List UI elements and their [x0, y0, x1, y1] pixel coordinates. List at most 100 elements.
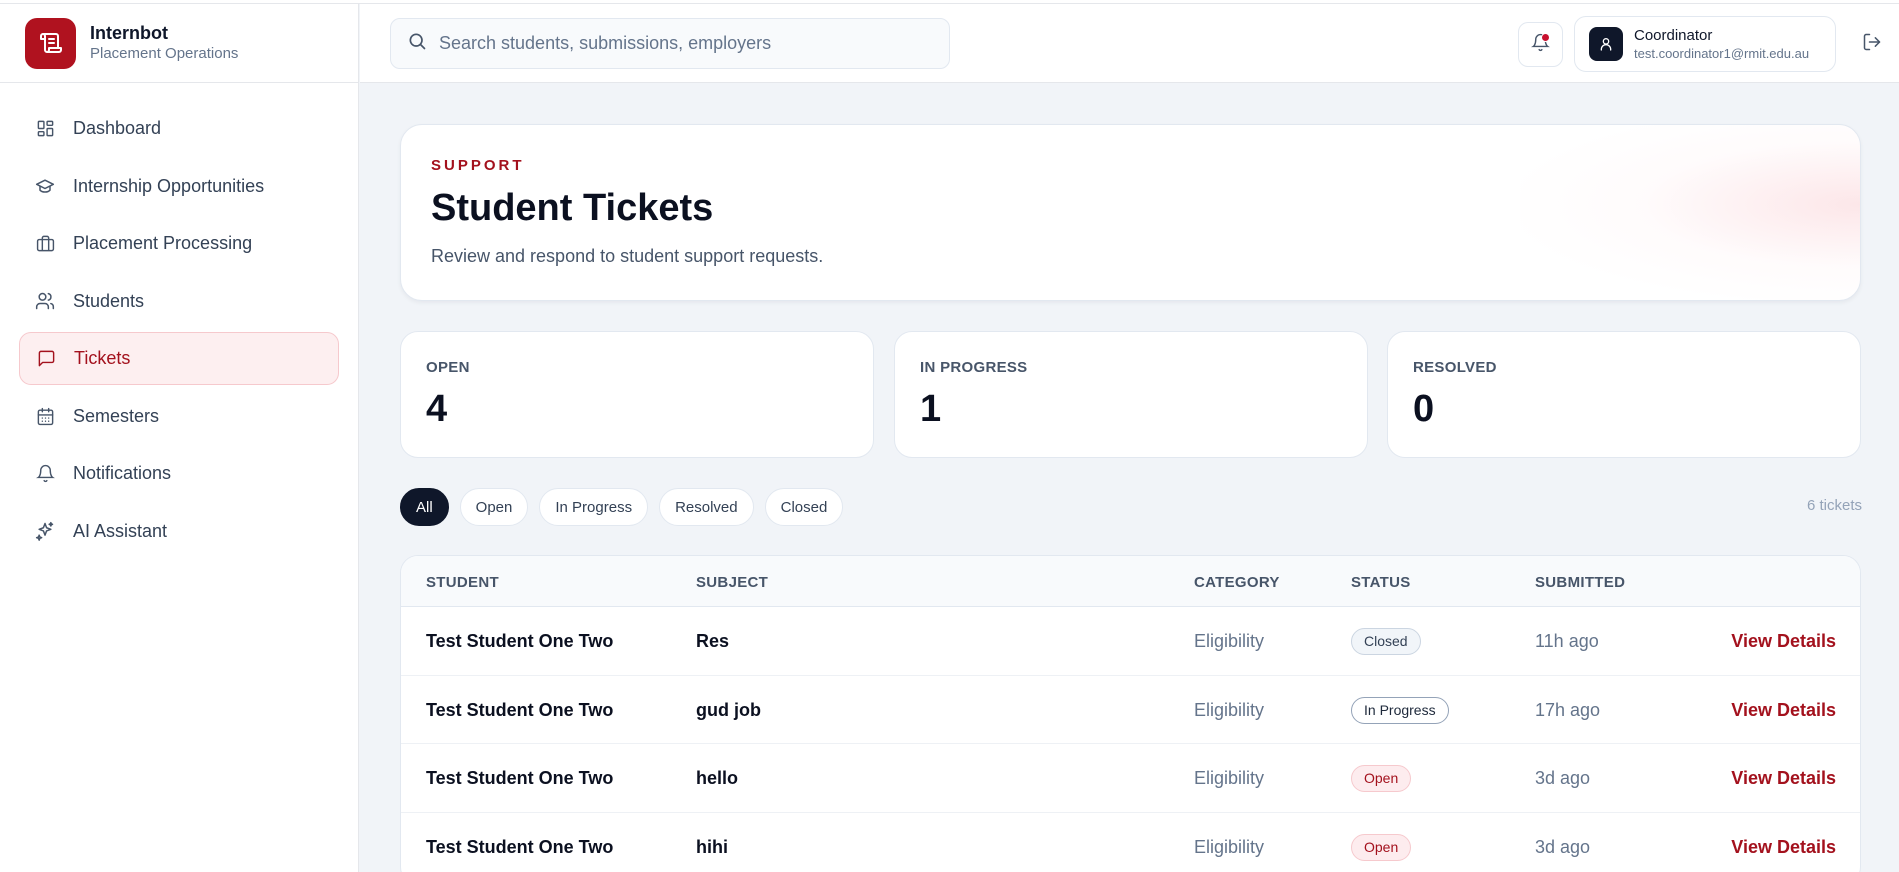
- brand-subtitle: Placement Operations: [90, 45, 239, 62]
- student-name: Test Student One Two: [426, 699, 614, 720]
- sidebar-item-internship-opportunities[interactable]: Internship Opportunities: [19, 160, 339, 213]
- column-header-category: CATEGORY: [1194, 574, 1280, 591]
- ticket-count: 6 tickets: [1806, 497, 1862, 514]
- sparkles-icon: [35, 521, 55, 541]
- ticket-subject: gud job: [696, 699, 761, 720]
- sidebar-item-label: Tickets: [74, 348, 131, 368]
- column-header-submitted: SUBMITTED: [1535, 574, 1626, 591]
- sidebar-item-notifications[interactable]: Notifications: [19, 447, 339, 500]
- stat-value: 1: [920, 388, 942, 430]
- status-cell: In Progress: [1351, 696, 1449, 724]
- notification-dot: [1541, 33, 1550, 42]
- sidebar-item-tickets[interactable]: Tickets: [19, 332, 339, 385]
- sidebar-nav: Dashboard Internship Opportunities Place…: [0, 102, 358, 558]
- stat-card-resolved: RESOLVED 0: [1387, 331, 1861, 458]
- status-filter-tabs: All Open In Progress Resolved Closed: [400, 488, 854, 526]
- calendar-icon: [35, 406, 55, 426]
- bell-icon: [35, 464, 55, 484]
- submitted-time: 11h ago: [1535, 631, 1599, 651]
- column-header-subject: SUBJECT: [696, 574, 769, 591]
- sidebar-item-semesters[interactable]: Semesters: [19, 390, 339, 443]
- status-cell: Open: [1351, 765, 1412, 792]
- view-details-link[interactable]: View Details: [1731, 768, 1836, 789]
- sidebar-item-label: Internship Opportunities: [73, 175, 265, 196]
- search-icon: [407, 31, 427, 56]
- column-header-student: STUDENT: [426, 574, 499, 591]
- sidebar-item-label: Notifications: [73, 463, 172, 483]
- status-cell: Open: [1351, 833, 1412, 861]
- window-top-border: [0, 0, 1899, 4]
- page-eyebrow: SUPPORT: [431, 157, 525, 174]
- sidebar-item-placement-processing[interactable]: Placement Processing: [19, 217, 339, 270]
- ticket-category: Eligibility: [1194, 631, 1265, 651]
- search-input[interactable]: Search students, submissions, employers: [390, 18, 950, 69]
- sidebar-item-label: Dashboard: [73, 118, 162, 138]
- student-name: Test Student One Two: [426, 836, 614, 857]
- sidebar-item-label: AI Assistant: [73, 520, 168, 541]
- sidebar-item-dashboard[interactable]: Dashboard: [19, 102, 339, 155]
- user-avatar-icon: [1589, 27, 1623, 61]
- brand[interactable]: Internbot Placement Operations: [0, 4, 358, 83]
- scroll-logo-icon: [25, 17, 76, 69]
- view-details-link[interactable]: View Details: [1731, 837, 1836, 858]
- ticket-subject: Res: [696, 631, 730, 651]
- user-email: test.coordinator1@rmit.edu.au: [1634, 45, 1810, 61]
- filter-all[interactable]: All: [400, 488, 449, 526]
- graduation-cap-icon: [35, 176, 55, 196]
- status-cell: Closed: [1351, 628, 1421, 655]
- logout-button[interactable]: [1860, 32, 1884, 56]
- search-placeholder: Search students, submissions, employers: [439, 33, 772, 53]
- sidebar-item-label: Semesters: [73, 405, 160, 426]
- sidebar-item-label: Students: [73, 290, 145, 311]
- stat-card-open: OPEN 4: [400, 331, 874, 458]
- briefcase-icon: [35, 234, 55, 254]
- submitted-time: 17h ago: [1535, 699, 1601, 720]
- status-badge: Closed: [1351, 628, 1421, 655]
- filter-open[interactable]: Open: [459, 488, 529, 526]
- ticket-category: Eligibility: [1194, 699, 1265, 720]
- brand-name: Internbot: [90, 23, 168, 43]
- stat-value: 4: [426, 388, 448, 430]
- ticket-subject: hello: [696, 768, 739, 788]
- dashboard-icon: [35, 119, 55, 139]
- student-name: Test Student One Two: [426, 631, 614, 651]
- ticket-subject: hihi: [696, 836, 728, 857]
- logout-icon: [1862, 32, 1882, 57]
- sidebar: Internbot Placement Operations Dashboard…: [0, 4, 359, 872]
- submitted-time: 3d ago: [1535, 768, 1591, 788]
- sidebar-item-ai-assistant[interactable]: AI Assistant: [19, 505, 339, 558]
- users-icon: [35, 291, 55, 311]
- page-hero: SUPPORT Student Tickets Review and respo…: [400, 124, 1861, 301]
- stat-label: IN PROGRESS: [920, 359, 1028, 376]
- page-subtitle: Review and respond to student support re…: [431, 246, 824, 266]
- status-badge: Open: [1351, 833, 1412, 861]
- table-header: STUDENT SUBJECT CATEGORY STATUS SUBMITTE…: [401, 556, 1860, 607]
- view-details-link[interactable]: View Details: [1731, 631, 1836, 652]
- view-details-link[interactable]: View Details: [1731, 700, 1836, 721]
- sidebar-item-label: Placement Processing: [73, 233, 253, 253]
- table-row[interactable]: Test Student One Two Res Eligibility Clo…: [401, 607, 1860, 676]
- status-badge: In Progress: [1351, 696, 1449, 724]
- table-row[interactable]: Test Student One Two hihi Eligibility Op…: [401, 813, 1860, 872]
- student-name: Test Student One Two: [426, 768, 614, 788]
- table-row[interactable]: Test Student One Two hello Eligibility O…: [401, 744, 1860, 813]
- filter-closed[interactable]: Closed: [764, 488, 844, 526]
- hero-decoration: [1520, 125, 1860, 300]
- table-row[interactable]: Test Student One Two gud job Eligibility…: [401, 676, 1860, 744]
- status-badge: Open: [1351, 765, 1412, 792]
- stat-label: RESOLVED: [1413, 359, 1497, 376]
- stat-label: OPEN: [426, 359, 470, 376]
- sidebar-item-students[interactable]: Students: [19, 275, 339, 328]
- filter-in-progress[interactable]: In Progress: [539, 488, 649, 526]
- ticket-category: Eligibility: [1194, 768, 1265, 788]
- stat-card-in-progress: IN PROGRESS 1: [894, 331, 1368, 458]
- page-title: Student Tickets: [431, 187, 714, 229]
- user-menu[interactable]: Coordinator test.coordinator1@rmit.edu.a…: [1574, 16, 1836, 72]
- message-square-icon: [36, 349, 56, 369]
- notifications-button[interactable]: [1518, 22, 1563, 67]
- top-header: Search students, submissions, employers …: [360, 4, 1899, 83]
- user-role: Coordinator: [1634, 26, 1713, 44]
- filter-resolved[interactable]: Resolved: [659, 488, 754, 526]
- stat-value: 0: [1413, 388, 1435, 430]
- tickets-table: STUDENT SUBJECT CATEGORY STATUS SUBMITTE…: [400, 555, 1861, 872]
